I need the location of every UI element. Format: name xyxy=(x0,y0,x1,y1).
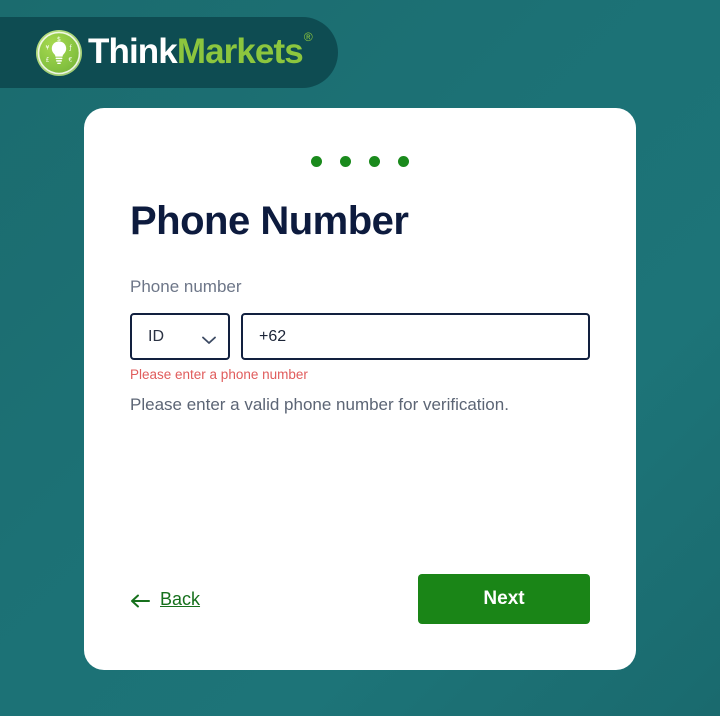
svg-text:¥: ¥ xyxy=(45,44,49,51)
phone-number-input[interactable] xyxy=(241,313,590,361)
chevron-down-icon xyxy=(202,332,216,345)
next-button[interactable]: Next xyxy=(418,574,590,624)
step-dot xyxy=(398,156,409,167)
phone-number-label: Phone number xyxy=(130,277,242,296)
onboarding-card: Phone Number Phone number ID Please ente… xyxy=(84,108,636,670)
back-button-label: Back xyxy=(160,588,201,609)
step-dot xyxy=(340,156,351,167)
step-dot xyxy=(369,156,380,167)
brand-name-think: Think xyxy=(88,32,178,71)
step-dot xyxy=(311,156,322,167)
page-title: Phone Number xyxy=(130,199,409,243)
brand-name-markets: Markets xyxy=(176,32,304,71)
brand-header-bar: $ ¥ ƒ £ € ThinkMarkets® xyxy=(0,17,338,88)
svg-text:£: £ xyxy=(46,56,50,63)
lightbulb-currency-icon: $ ¥ ƒ £ € xyxy=(36,29,82,76)
phone-helper-message: Please enter a valid phone number for ve… xyxy=(130,394,509,414)
svg-text:$: $ xyxy=(57,35,61,43)
card-footer: Back Next xyxy=(130,574,590,624)
phone-error-message: Please enter a phone number xyxy=(130,367,308,383)
arrow-left-icon xyxy=(130,592,150,608)
country-code-value: ID xyxy=(148,327,164,345)
country-code-select[interactable]: ID xyxy=(130,313,230,361)
svg-text:ƒ: ƒ xyxy=(69,44,73,51)
progress-step-dots xyxy=(130,108,590,167)
registered-trademark-symbol: ® xyxy=(303,30,313,45)
phone-input-row: ID xyxy=(130,313,590,361)
svg-text:€: € xyxy=(68,56,72,63)
brand-wordmark: ThinkMarkets® xyxy=(88,31,313,71)
back-button[interactable]: Back xyxy=(130,589,200,610)
